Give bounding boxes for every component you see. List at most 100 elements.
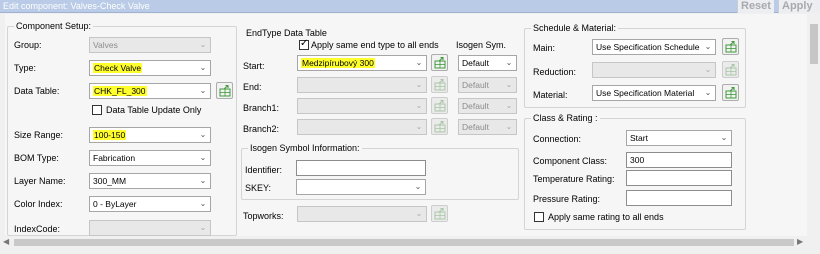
start-combo[interactable]: Medzipírubový 300 ⌄: [297, 55, 427, 71]
branch1-label: Branch1:: [243, 103, 280, 113]
chevron-down-icon: ⌄: [414, 182, 422, 191]
material-combo[interactable]: Use Specification Material ⌄: [592, 85, 716, 101]
data-table-edit-button[interactable]: [216, 82, 233, 99]
data-table-update-only-checkbox[interactable]: [92, 105, 102, 115]
apply-same-rating-checkbox[interactable]: [534, 212, 544, 222]
main-schedule-value: Use Specification Schedule: [596, 42, 700, 52]
topworks-label: Topworks:: [243, 211, 284, 221]
isogen-symbol-info-legend: Isogen Symbol Information:: [248, 143, 362, 153]
main-table-button[interactable]: [722, 38, 739, 55]
end-label: End:: [243, 82, 262, 92]
reduction-table-button[interactable]: [722, 61, 739, 78]
branch2-table-button[interactable]: [431, 118, 448, 135]
topworks-table-button[interactable]: [431, 205, 448, 222]
type-label: Type:: [14, 63, 37, 73]
branch1-isogen-combo[interactable]: Default ⌄: [458, 98, 517, 114]
material-table-button[interactable]: [722, 84, 739, 101]
topworks-combo[interactable]: ⌄: [297, 206, 427, 222]
group-combo[interactable]: Valves ⌄: [89, 37, 211, 53]
start-label: Start:: [243, 61, 265, 71]
branch1-combo[interactable]: ⌄: [297, 98, 427, 114]
editor-panel: Component Setup: Group: Valves ⌄ Type: C…: [5, 14, 807, 236]
checkmark-icon: ✓: [300, 38, 309, 49]
layer-name-combo[interactable]: 300_MM ⌄: [89, 173, 211, 189]
component-setup-group: Component Setup: Group: Valves ⌄ Type: C…: [7, 21, 237, 236]
pressure-rating-input[interactable]: [626, 190, 732, 206]
main-schedule-combo[interactable]: Use Specification Schedule ⌄: [592, 39, 716, 55]
vertical-scroll-thumb[interactable]: [810, 24, 818, 64]
branch2-isogen-combo[interactable]: Default ⌄: [458, 119, 517, 135]
connection-label: Connection:: [533, 134, 582, 144]
end-table-button[interactable]: [431, 76, 448, 93]
chevron-down-icon: ⌄: [415, 80, 423, 89]
bom-type-value: Fabrication: [93, 153, 136, 163]
branch1-table-button[interactable]: [431, 97, 448, 114]
branch1-isogen-value: Default: [462, 101, 489, 111]
chevron-down-icon: ⌄: [720, 133, 728, 142]
component-class-label: Component Class:: [533, 156, 608, 166]
table-arrow-icon: [434, 121, 446, 133]
component-class-input[interactable]: 300: [626, 152, 732, 168]
chevron-down-icon: ⌄: [415, 101, 423, 110]
chevron-down-icon: ⌄: [415, 122, 423, 131]
start-table-button[interactable]: [431, 54, 448, 71]
type-combo[interactable]: Check Valve ⌄: [89, 60, 211, 76]
chevron-down-icon: ⌄: [199, 153, 207, 162]
branch2-combo[interactable]: ⌄: [297, 119, 427, 135]
schedule-material-legend: Schedule & Material:: [531, 23, 619, 33]
indexcode-label: IndexCode:: [14, 224, 61, 234]
material-value: Use Specification Material: [596, 88, 695, 98]
table-arrow-icon: [725, 41, 737, 53]
isogen-symbol-info-group: Isogen Symbol Information: Identifier: S…: [241, 143, 519, 200]
start-value: Medzipírubový 300: [301, 58, 375, 68]
scroll-right-icon[interactable]: ▶: [797, 236, 803, 248]
pressure-rating-label: Pressure Rating:: [533, 194, 601, 204]
connection-value: Start: [630, 133, 648, 143]
vertical-scrollbar[interactable]: [808, 14, 820, 236]
layer-name-value: 300_MM: [93, 176, 127, 186]
connection-combo[interactable]: Start ⌄: [626, 130, 732, 146]
endtype-legend: EndType Data Table: [246, 28, 327, 38]
table-arrow-icon: [434, 79, 446, 91]
table-arrow-icon: [434, 100, 446, 112]
chevron-down-icon: ⌄: [199, 40, 207, 49]
data-table-combo[interactable]: CHK_FL_300 ⌄: [89, 83, 211, 99]
isogen-sym-header: Isogen Sym.: [456, 40, 507, 50]
size-range-combo[interactable]: 100-150 ⌄: [89, 127, 211, 143]
data-table-update-only-label: Data Table Update Only: [106, 105, 202, 115]
start-isogen-combo[interactable]: Default ⌄: [458, 55, 517, 71]
apply-button[interactable]: Apply: [778, 0, 820, 13]
scroll-left-icon[interactable]: ◀: [3, 236, 9, 248]
horizontal-scrollbar[interactable]: ◀ ▶: [0, 236, 808, 248]
group-label: Group:: [14, 40, 42, 50]
color-index-label: Color Index:: [14, 199, 63, 209]
reset-button[interactable]: Reset: [737, 0, 774, 13]
data-table-value: CHK_FL_300: [93, 86, 147, 96]
layer-name-label: Layer Name:: [14, 176, 66, 186]
end-isogen-combo[interactable]: Default ⌄: [458, 77, 517, 93]
table-arrow-icon: [434, 208, 446, 220]
color-index-combo[interactable]: 0 - ByLayer ⌄: [89, 196, 211, 212]
color-index-value: 0 - ByLayer: [93, 199, 137, 209]
size-range-label: Size Range:: [14, 130, 64, 140]
chevron-down-icon: ⌄: [199, 86, 207, 95]
main-label: Main:: [533, 43, 556, 53]
bom-type-combo[interactable]: Fabrication ⌄: [89, 150, 211, 166]
reduction-label: Reduction:: [533, 67, 577, 77]
end-combo[interactable]: ⌄: [297, 77, 427, 93]
size-range-value: 100-150: [93, 130, 127, 140]
group-value: Valves: [93, 40, 118, 50]
identifier-label: Identifier:: [245, 165, 283, 175]
apply-same-endtype-checkbox[interactable]: ✓: [299, 38, 309, 50]
reduction-combo[interactable]: ⌄: [592, 62, 716, 78]
skey-combo[interactable]: ⌄: [296, 179, 426, 195]
horizontal-scroll-thumb[interactable]: [14, 239, 794, 246]
chevron-down-icon: ⌄: [704, 88, 712, 97]
chevron-down-icon: ⌄: [415, 209, 423, 218]
title-bar: Edit component: Valves-Check Valve Reset…: [0, 0, 820, 13]
chevron-down-icon: ⌄: [199, 199, 207, 208]
data-table-label: Data Table:: [14, 86, 60, 96]
temperature-rating-input[interactable]: [626, 170, 732, 186]
identifier-input[interactable]: [296, 160, 426, 176]
indexcode-combo[interactable]: ⌄: [89, 220, 211, 236]
